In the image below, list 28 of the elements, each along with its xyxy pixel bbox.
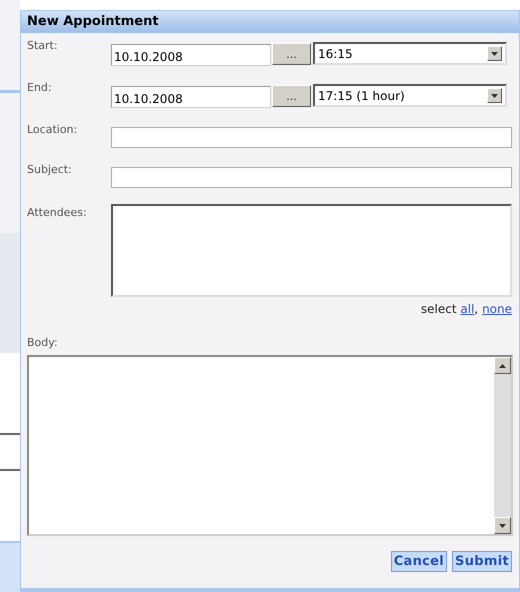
scroll-down-icon: [499, 524, 506, 528]
select-link[interactable]: all: [460, 302, 474, 316]
date-picker-button[interactable]: ...: [272, 43, 311, 65]
select-link[interactable]: none: [482, 302, 512, 316]
field-label: End:: [27, 80, 53, 94]
scroll-up-icon: [499, 364, 506, 368]
cancel-button[interactable]: Cancel: [390, 551, 448, 572]
time-select[interactable]: 17:15 (1 hour): [313, 84, 507, 107]
field-label: Body:: [27, 335, 59, 349]
select-text: select: [420, 302, 458, 316]
location-field[interactable]: [111, 127, 512, 148]
field-label: Subject:: [27, 162, 73, 176]
date-field[interactable]: 10.10.2008: [111, 86, 271, 108]
field-label: Location:: [27, 122, 78, 136]
date-field[interactable]: 10.10.2008: [111, 44, 271, 66]
date-picker-button[interactable]: ...: [272, 85, 311, 107]
dialog-title: New Appointment: [21, 11, 519, 33]
field-label: Start:: [27, 38, 59, 52]
dropdown-arrow-icon: [491, 52, 498, 56]
separator-text: ,: [474, 302, 480, 316]
subject-field[interactable]: [111, 167, 512, 188]
body-field[interactable]: [27, 355, 513, 536]
dropdown-arrow-icon: [491, 94, 498, 98]
attendees-field[interactable]: [111, 204, 512, 297]
scrollbar[interactable]: [494, 357, 511, 534]
field-label: Attendees:: [27, 205, 88, 219]
submit-button[interactable]: Submit: [452, 551, 512, 572]
time-select[interactable]: 16:15: [313, 42, 507, 65]
